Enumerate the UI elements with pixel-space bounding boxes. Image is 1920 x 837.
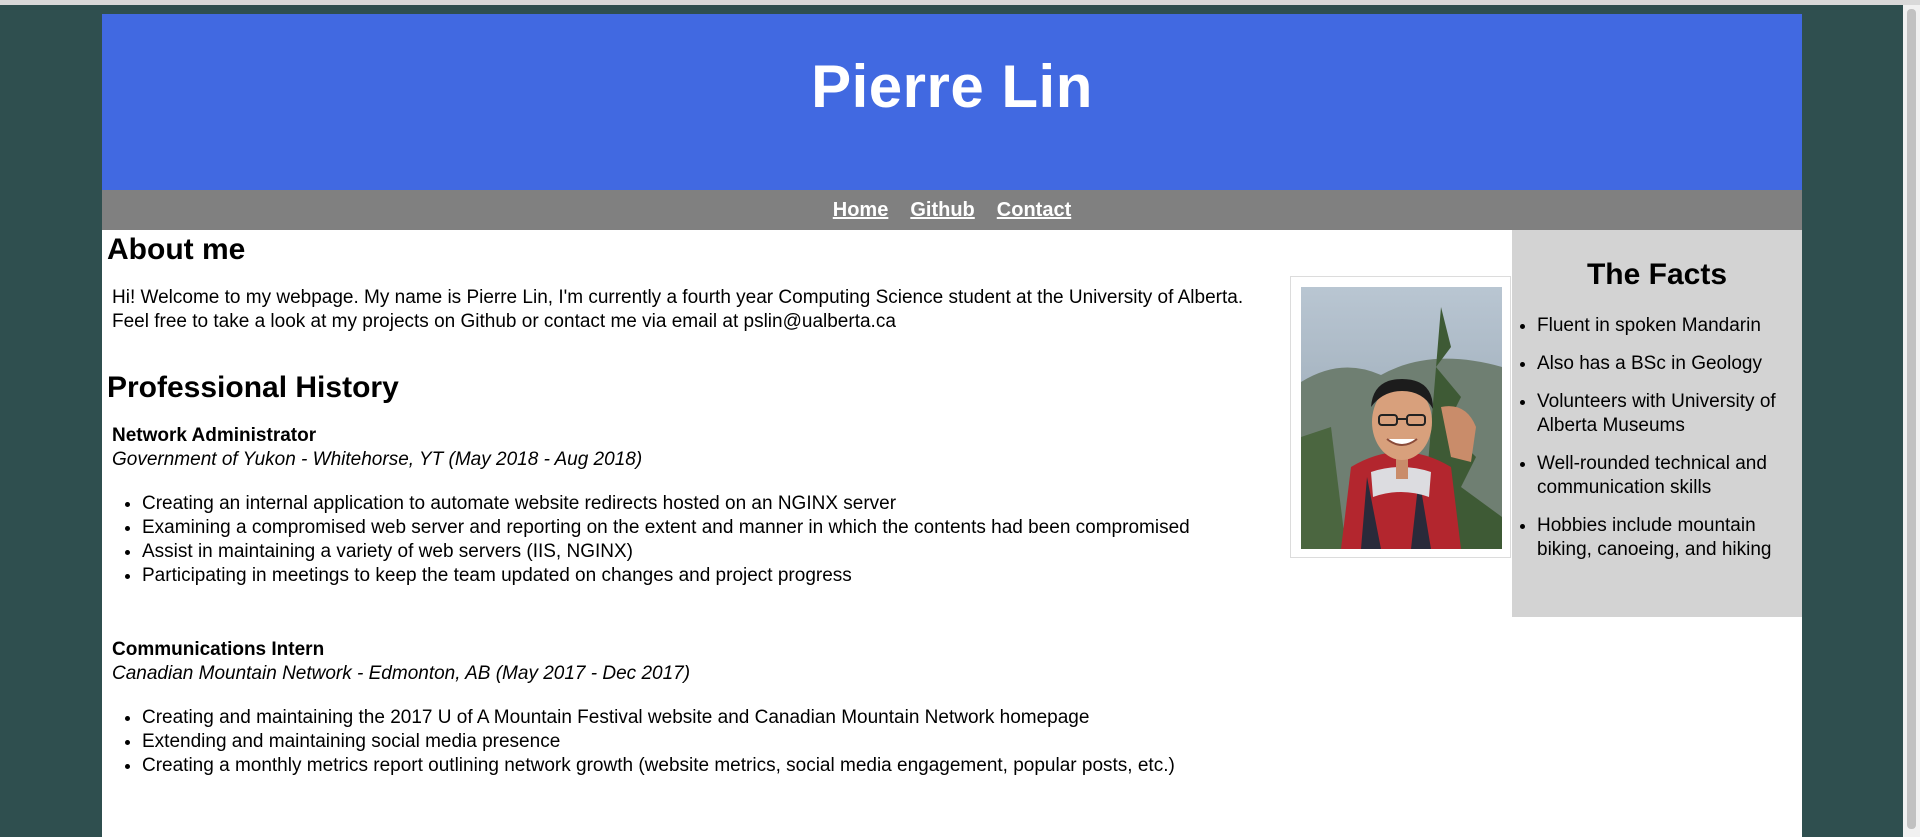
job-organization: Government of Yukon - Whitehorse, YT (Ma… — [112, 449, 643, 470]
profile-photo — [1301, 287, 1502, 549]
about-text: Hi! Welcome to my webpage. My name is Pi… — [112, 287, 1244, 332]
job-entry: Communications Intern Canadian Mountain … — [112, 638, 1292, 778]
about-heading: About me — [107, 233, 246, 266]
job-organization: Canadian Mountain Network - Edmonton, AB… — [112, 663, 691, 684]
list-item: Creating an internal application to auto… — [142, 492, 1292, 516]
list-item: Creating a monthly metrics report outlin… — [142, 754, 1292, 778]
job-title: Network Administrator — [112, 425, 317, 446]
browser-top-strip — [0, 0, 1920, 5]
list-item: Well-rounded technical and communication… — [1537, 452, 1792, 500]
facts-sidebar: The Facts Fluent in spoken Mandarin Also… — [1512, 230, 1802, 617]
facts-list: Fluent in spoken Mandarin Also has a BSc… — [1512, 314, 1802, 562]
main-nav: Home Github Contact — [102, 190, 1802, 230]
scrollbar-thumb[interactable] — [1907, 9, 1916, 829]
content-area: About me Hi! Welcome to my webpage. My n… — [102, 230, 1802, 837]
vertical-scrollbar[interactable] — [1903, 5, 1920, 837]
list-item: Examining a compromised web server and r… — [142, 516, 1292, 540]
list-item: Also has a BSc in Geology — [1537, 352, 1792, 376]
list-item: Assist in maintaining a variety of web s… — [142, 540, 1292, 564]
job-duties-list: Creating and maintaining the 2017 U of A… — [112, 706, 1292, 778]
job-title: Communications Intern — [112, 639, 325, 660]
nav-home-link[interactable]: Home — [833, 199, 889, 222]
list-item: Volunteers with University of Alberta Mu… — [1537, 390, 1792, 438]
site-header: Pierre Lin — [102, 14, 1802, 190]
list-item: Fluent in spoken Mandarin — [1537, 314, 1792, 338]
site-title: Pierre Lin — [811, 53, 1093, 120]
list-item: Hobbies include mountain biking, canoein… — [1537, 514, 1792, 562]
nav-github-link[interactable]: Github — [910, 199, 974, 222]
list-item: Creating and maintaining the 2017 U of A… — [142, 706, 1292, 730]
list-item: Participating in meetings to keep the te… — [142, 564, 1292, 588]
page-container: Pierre Lin Home Github Contact About me … — [102, 14, 1802, 837]
professional-history-heading: Professional History — [107, 371, 399, 404]
job-entry: Network Administrator Government of Yuko… — [112, 424, 1292, 588]
nav-contact-link[interactable]: Contact — [997, 199, 1071, 222]
profile-photo-frame — [1290, 276, 1511, 558]
job-duties-list: Creating an internal application to auto… — [112, 492, 1292, 588]
facts-title: The Facts — [1586, 258, 1728, 291]
list-item: Extending and maintaining social media p… — [142, 730, 1292, 754]
